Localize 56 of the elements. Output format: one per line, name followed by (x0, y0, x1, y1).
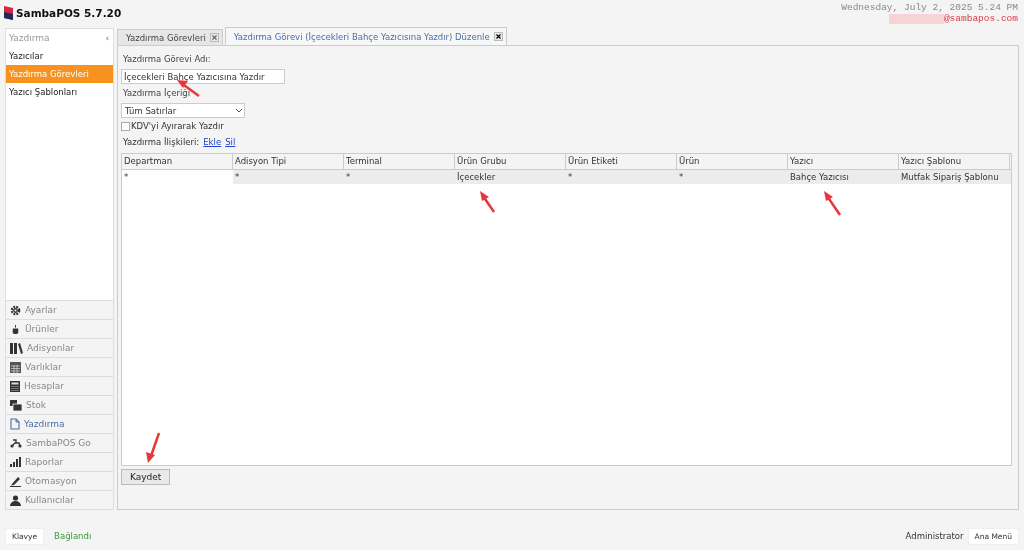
connection-status: Bağlandı (54, 531, 92, 541)
boxes-icon (10, 399, 22, 411)
annotation-arrow (146, 432, 161, 463)
column-header[interactable]: Departman (122, 154, 233, 169)
user-name: Administrator (905, 531, 964, 541)
user-email: @sambapos.com (943, 13, 1018, 24)
delete-link[interactable]: Sil (225, 137, 236, 147)
app-logo-icon (4, 6, 13, 20)
column-header[interactable]: Yazıcı (788, 154, 899, 169)
table-cell-text: * (567, 171, 574, 184)
table-icon (10, 361, 21, 373)
sidebar-title: Yazdırma (9, 33, 50, 43)
redaction-blur (888, 13, 944, 24)
column-header[interactable]: Terminal (344, 154, 455, 169)
table-cell-text: İçecekler (456, 171, 497, 184)
date-time: Wednesday, July 2, 2025 5.24 PM (841, 2, 1018, 13)
app-title: SambaPOS 5.7.20 (16, 7, 122, 19)
cup-icon (10, 323, 21, 335)
table-cell-text: Bahçe Yazıcısı (789, 171, 850, 184)
content-dropdown[interactable]: Tüm Satırlar (121, 103, 245, 118)
column-header[interactable]: Ürün Grubu (455, 154, 566, 169)
nav-item[interactable]: Kullanıcılar (6, 490, 113, 509)
gear-icon (10, 304, 21, 316)
column-header[interactable]: Ürün Etiketi (566, 154, 677, 169)
sidebar-item[interactable]: Yazıcılar (6, 47, 113, 65)
vat-checkbox[interactable] (121, 121, 130, 131)
table-cell-text: * (345, 171, 352, 184)
tab[interactable]: Yazdırma Görevi (İçecekleri Bahçe Yazıcısına Yazdır) Düzenle (224, 27, 507, 45)
field-label: Yazdırma İçeriği (123, 88, 190, 98)
sidebar-item[interactable]: Yazıcı Şablonları (6, 83, 113, 101)
table-cell-text: Mutfak Sipariş Şablonu (900, 171, 1000, 184)
tab[interactable]: Yazdırma Görevleri (117, 29, 223, 45)
name-field[interactable]: İçecekleri Bahçe Yazıcısına Yazdır (121, 69, 285, 84)
add-link[interactable]: Ekle (203, 137, 222, 147)
checkbox-label: KDV'yi Ayırarak Yazdır (131, 121, 224, 131)
column-header[interactable]: Ürün (677, 154, 788, 169)
table-cell-text: * (234, 171, 241, 184)
field-label: Yazdırma İlişkileri: (123, 137, 200, 147)
field-label: Yazdırma Görevi Adı: (123, 54, 211, 64)
annotation-arrow (824, 191, 842, 216)
table-cell: * (122, 170, 233, 184)
column-header[interactable]: Adisyon Tipi (233, 154, 344, 169)
nav-item[interactable]: Yazdırma (6, 414, 113, 433)
user-icon (10, 494, 21, 506)
document-icon (10, 418, 20, 430)
column-header[interactable]: Yazıcı Şablonu (899, 154, 1010, 169)
save-button[interactable]: Kaydet (121, 469, 171, 485)
collapse-button[interactable]: ‹ (105, 33, 109, 43)
pen-icon (10, 475, 21, 487)
books-icon (10, 342, 23, 354)
close-icon[interactable] (493, 32, 503, 41)
table-cell-text: * (678, 171, 685, 184)
annotation-arrow (480, 191, 496, 213)
calculator-icon (10, 380, 20, 392)
bar-chart-icon (10, 457, 21, 467)
scooter-icon (10, 438, 22, 448)
